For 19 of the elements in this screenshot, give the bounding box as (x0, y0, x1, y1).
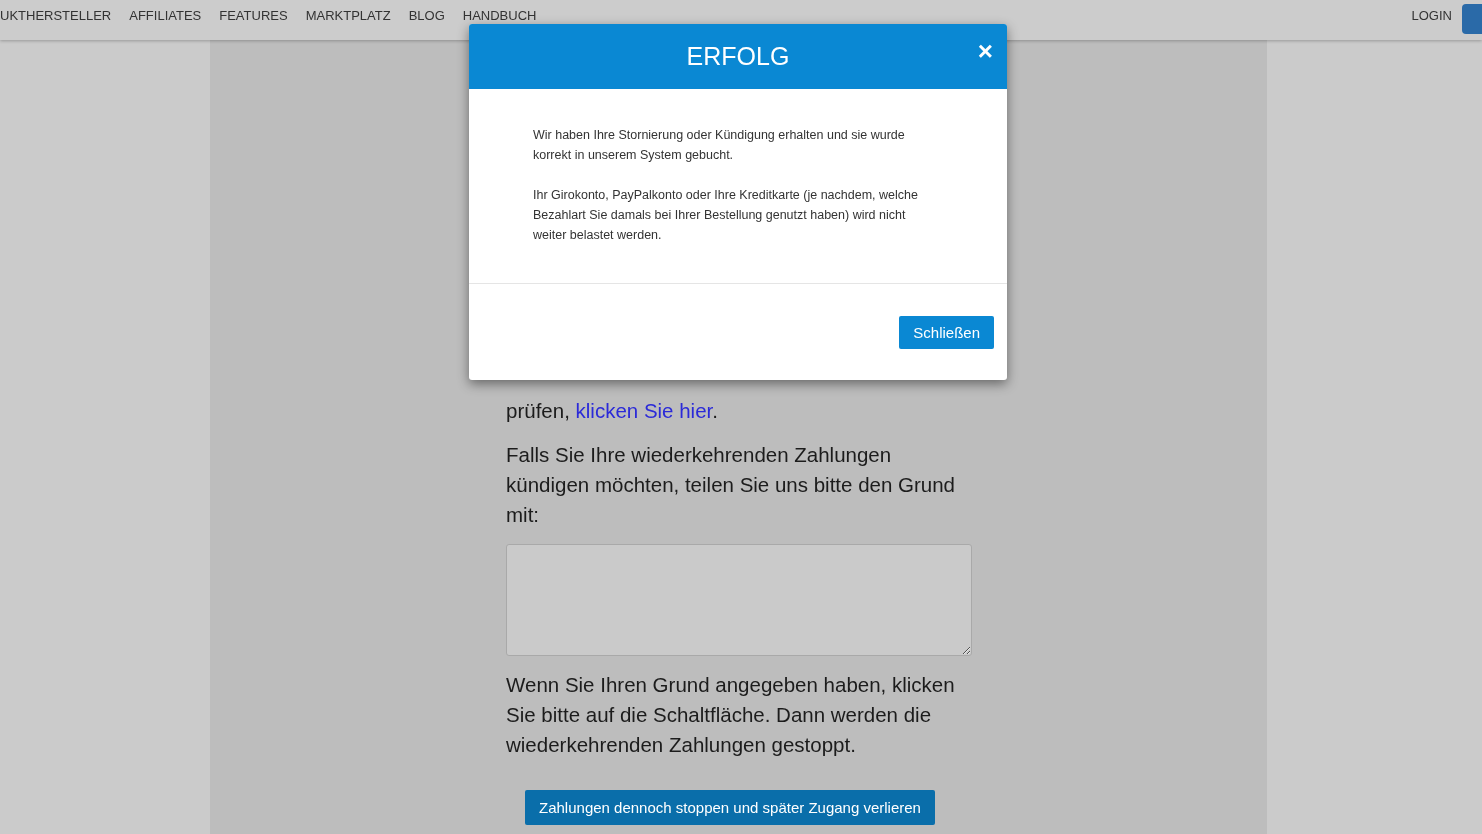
reason-field[interactable] (506, 544, 972, 656)
nav-link[interactable]: HANDBUCH (462, 8, 537, 23)
paragraph: Wenn Sie Ihren Grund angegeben haben, klicken Sie bitte auf die Schaltfläche. Dann werden die wiederkehrenden Zahlungen gestoppt. (506, 672, 956, 758)
details-link[interactable]: klicken Sie hier (575, 399, 713, 422)
dialog-title: ERFOLG (686, 42, 790, 71)
nav-link[interactable]: MARKTPLATZ (305, 8, 391, 23)
dialog-message: Wir haben Ihre Stornierung oder Kündigung erhalten und sie wurde korrekt in unserem System gebucht. (533, 127, 906, 164)
nav-link[interactable]: AFFILIATES (129, 8, 202, 23)
close-button[interactable]: × (975, 38, 995, 64)
stop-payments-button[interactable]: Zahlungen dennoch stoppen und später Zugang verlieren (525, 790, 935, 825)
nav-link[interactable]: UKTHERSTELLER (0, 8, 112, 23)
nav-link[interactable]: FEATURES (219, 8, 288, 23)
signup-button[interactable] (1462, 4, 1482, 34)
paragraph: Falls Sie Ihre wiederkehrenden Zahlungen kündigen möchten, teilen Sie uns bitte den Grund mit: (506, 442, 957, 528)
login-link[interactable]: LOGIN (1411, 8, 1452, 23)
paragraph: prüfen, klicken Sie hier. (506, 398, 719, 424)
nav-link[interactable]: BLOG (408, 8, 445, 23)
dialog-message: Ihr Girokonto, PayPalkonto oder Ihre Kreditkarte (je nachdem, welche Bezahlart Sie damals bei Ihrer Bestellung genutzt haben) wird nicht weiter belastet werden. (533, 187, 919, 244)
close-dialog-button[interactable]: Schließen (899, 316, 994, 349)
